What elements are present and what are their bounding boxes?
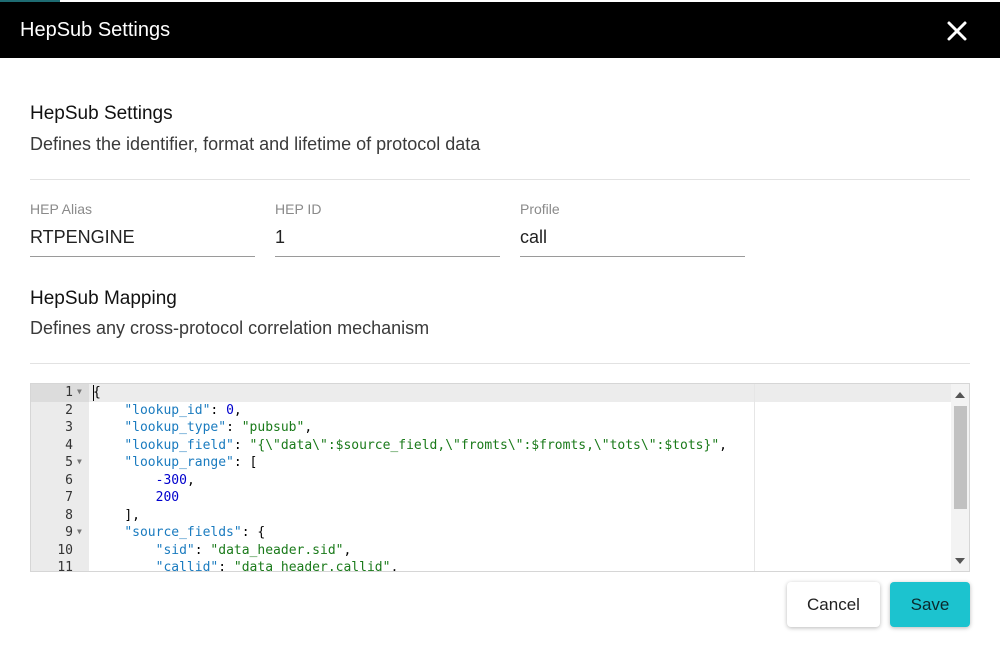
code-text: "sid": "data_header.sid", xyxy=(93,542,352,558)
code-token: : [ xyxy=(233,455,258,470)
code-token: "lookup_range" xyxy=(124,455,234,470)
code-line[interactable]: 1 ▼ { xyxy=(31,385,951,403)
divider-top xyxy=(30,179,970,180)
line-number: 2 xyxy=(65,402,73,418)
close-button[interactable] xyxy=(946,20,968,42)
code-token: ], xyxy=(124,507,140,523)
line-number: 6 xyxy=(65,472,73,488)
code-line[interactable]: 3 "lookup_type": "pubsub", xyxy=(31,420,951,438)
code-text: ], xyxy=(93,508,140,523)
settings-section-description: Defines the identifier, format and lifet… xyxy=(30,134,481,154)
code-line[interactable]: 8 ], xyxy=(31,508,951,526)
code-token: : { xyxy=(241,525,266,540)
code-text: "lookup_id": 0, xyxy=(93,402,242,418)
fold-toggle-icon[interactable]: ▼ xyxy=(77,387,82,396)
profile-input[interactable] xyxy=(520,224,745,250)
code-line[interactable]: 10 "sid": "data_header.sid", xyxy=(31,543,951,561)
code-token: "pubsub" xyxy=(241,420,305,435)
code-token: { xyxy=(93,385,101,400)
hep-alias-label: HEP Alias xyxy=(30,201,92,217)
hepsub-settings-dialog: HepSub Settings HepSub Settings Defines … xyxy=(0,0,1000,665)
code-token: "source_fields" xyxy=(124,525,242,540)
hep-id-label: HEP ID xyxy=(275,201,322,217)
code-token: , xyxy=(719,437,727,453)
profile-field: Profile xyxy=(520,200,745,257)
text-cursor xyxy=(93,385,94,401)
close-icon xyxy=(947,21,967,41)
code-token: "lookup_type" xyxy=(124,420,227,435)
code-token: "callid" xyxy=(155,560,219,572)
divider-bottom xyxy=(30,363,970,364)
code-text: "source_fields": { xyxy=(93,525,265,540)
code-text: "lookup_range": [ xyxy=(93,455,257,470)
mapping-section-title: HepSub Mapping xyxy=(30,288,177,309)
scrollbar-thumb[interactable] xyxy=(954,406,967,509)
hep-id-field: HEP ID xyxy=(275,200,500,257)
titlebar-accent xyxy=(0,0,60,2)
dialog-title: HepSub Settings xyxy=(20,19,171,41)
code-token: : xyxy=(226,420,242,435)
line-number: 10 xyxy=(57,542,73,558)
hep-alias-input[interactable] xyxy=(30,224,255,250)
mapping-code-editor[interactable]: 1 ▼{2 "lookup_id": 0, 3 "lookup_type": "pu… xyxy=(30,383,970,572)
code-token: "sid" xyxy=(155,542,195,558)
code-line[interactable]: 7 200 xyxy=(31,490,951,508)
code-line[interactable]: 4 "lookup_field": "{\"data\":$source_fie… xyxy=(31,438,951,456)
save-button[interactable]: Save xyxy=(890,582,970,627)
mapping-section-description: Defines any cross-protocol correlation m… xyxy=(30,318,430,338)
fold-toggle-icon[interactable]: ▼ xyxy=(77,457,82,466)
code-line[interactable]: 2 "lookup_id": 0, xyxy=(31,403,951,421)
scroll-down-arrow-icon[interactable] xyxy=(955,558,965,564)
code-token: , xyxy=(304,420,313,435)
code-line[interactable]: 5 ▼ "lookup_range": [ xyxy=(31,455,951,473)
code-text: "callid": "data_header.callid", xyxy=(93,560,399,572)
line-number: 8 xyxy=(65,507,73,523)
hep-id-input[interactable] xyxy=(275,224,500,250)
hep-alias-field: HEP Alias xyxy=(30,200,255,257)
line-number: 3 xyxy=(65,420,73,435)
code-text: -300, xyxy=(93,473,195,488)
line-number: 5 xyxy=(65,455,73,470)
line-number: 9 xyxy=(65,525,73,540)
code-line[interactable]: 11 "callid": "data_header.callid", xyxy=(31,560,951,572)
editor-scrollbar[interactable] xyxy=(951,384,969,571)
fold-toggle-icon[interactable]: ▼ xyxy=(77,527,82,536)
code-token: , xyxy=(233,402,242,418)
code-token: : xyxy=(210,402,227,418)
code-line[interactable]: 6 -300, xyxy=(31,473,951,491)
code-text: "lookup_field": "{\"data\":$source_field… xyxy=(93,438,727,453)
dialog-titlebar: HepSub Settings xyxy=(0,0,1000,58)
code-token: "data_header.sid" xyxy=(210,542,344,558)
profile-label: Profile xyxy=(520,201,560,217)
code-token: : xyxy=(194,542,211,558)
code-token: "data_header.callid" xyxy=(233,560,391,572)
code-token: 0 xyxy=(226,402,234,418)
code-token: "{\"data\":$source_field,\"fromts\":$fro… xyxy=(249,437,720,453)
settings-section-title: HepSub Settings xyxy=(30,103,173,124)
cancel-button[interactable]: Cancel xyxy=(787,582,880,627)
line-number: 4 xyxy=(65,437,73,453)
line-number: 11 xyxy=(57,560,73,572)
code-line[interactable]: 9 ▼ "source_fields": { xyxy=(31,525,951,543)
code-token: 200 xyxy=(155,490,180,505)
code-text: "lookup_type": "pubsub", xyxy=(93,420,312,435)
line-number: 7 xyxy=(65,490,73,505)
code-token: , xyxy=(343,542,352,558)
code-token: : xyxy=(233,437,250,453)
code-token: , xyxy=(390,560,399,572)
code-token: , xyxy=(186,472,195,488)
code-text: { xyxy=(93,385,101,400)
line-number: 1 xyxy=(65,385,73,400)
code-text: 200 xyxy=(93,490,179,505)
scroll-up-arrow-icon[interactable] xyxy=(955,392,965,398)
code-token: "lookup_id" xyxy=(124,402,211,418)
code-token: -300 xyxy=(155,472,187,488)
code-token: : xyxy=(218,560,234,572)
code-token: "lookup_field" xyxy=(124,437,234,453)
